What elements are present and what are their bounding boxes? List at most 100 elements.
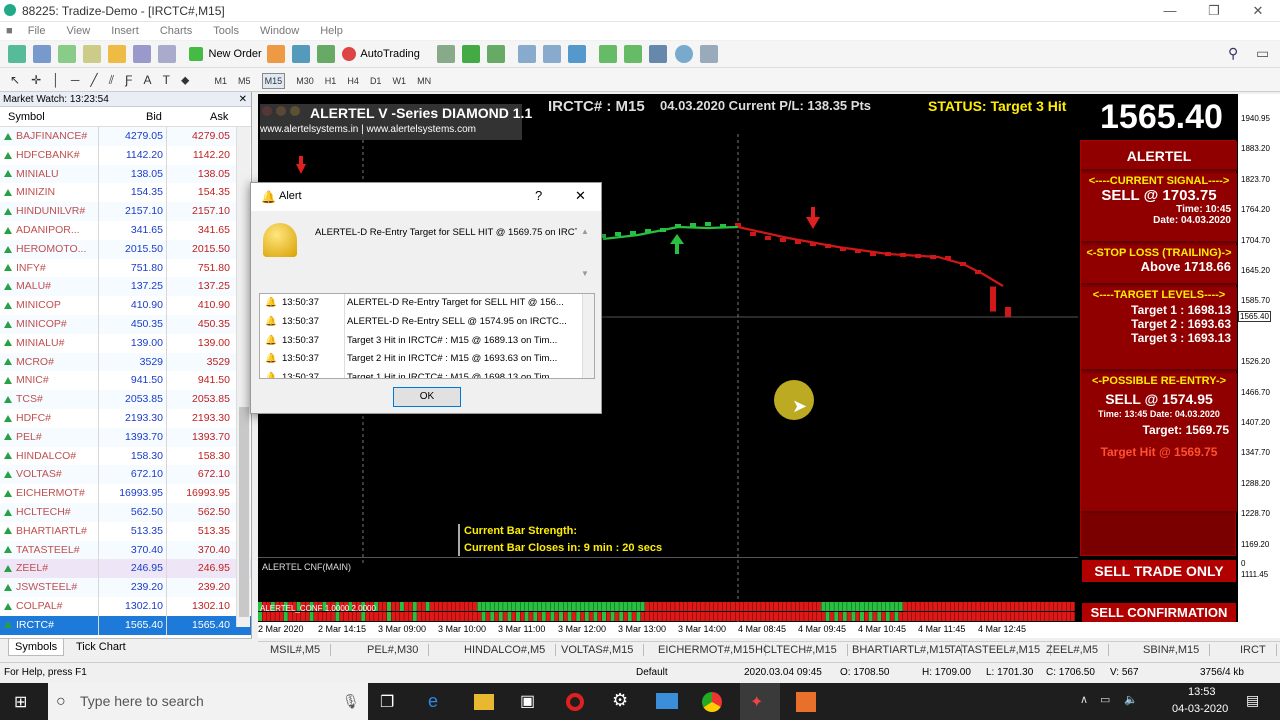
- candlestick-icon[interactable]: [462, 45, 481, 63]
- ok-button[interactable]: OK: [393, 387, 461, 407]
- crosshair-icon[interactable]: ✛: [31, 68, 41, 92]
- market-icon[interactable]: [316, 45, 335, 63]
- chart-tab[interactable]: IRCT: [1240, 644, 1277, 656]
- trendline-icon[interactable]: ╱: [90, 68, 97, 92]
- indicators-icon[interactable]: [649, 45, 668, 63]
- store-icon[interactable]: ▣: [520, 691, 535, 711]
- tf-m1[interactable]: M1: [214, 69, 227, 93]
- menu-help[interactable]: Help: [311, 22, 352, 40]
- market-watch-row[interactable]: BAJFINANCE# 4279.05 4279.05: [0, 127, 251, 146]
- terminal-icon[interactable]: [133, 45, 152, 63]
- opera-icon[interactable]: [566, 693, 584, 711]
- edge-icon[interactable]: e: [428, 691, 438, 712]
- clock-date[interactable]: 04-03-2020: [1172, 703, 1228, 715]
- market-watch-row[interactable]: JSWSTEEL# 239.20 239.20: [0, 578, 251, 597]
- chart-tab[interactable]: EICHERMOT#,M15: [658, 644, 766, 656]
- tray-chevron-icon[interactable]: ∧: [1080, 693, 1088, 706]
- menu-view[interactable]: View: [58, 22, 100, 40]
- network-icon[interactable]: ▭: [1100, 693, 1110, 706]
- menu-file[interactable]: File: [19, 22, 55, 40]
- market-watch-row[interactable]: MCRO# 3529 3529: [0, 352, 251, 372]
- tf-h1[interactable]: H1: [325, 69, 337, 93]
- tf-m15[interactable]: M15: [261, 73, 286, 89]
- market-watch-row[interactable]: HDFCBANK# 1142.20 1142.20: [0, 145, 251, 165]
- minimize-button[interactable]: —: [1148, 2, 1192, 20]
- photos-icon[interactable]: [656, 693, 678, 709]
- menu-insert[interactable]: Insert: [102, 22, 148, 40]
- menu-charts[interactable]: Charts: [151, 22, 201, 40]
- volume-icon[interactable]: 🔈: [1124, 693, 1138, 706]
- signals-icon[interactable]: [291, 45, 310, 63]
- zoom-in-icon[interactable]: [518, 45, 537, 63]
- market-watch-row[interactable]: MNIC# 941.50 941.50: [0, 371, 251, 391]
- tf-m30[interactable]: M30: [296, 69, 314, 93]
- alert-log-item[interactable]: 🔔 13:50:37 Target 1 Hit in IRCTC# : M15 @ …: [260, 369, 594, 378]
- market-watch-row[interactable]: ZEEL# 246.95 246.95: [0, 559, 251, 579]
- market-watch-close-icon[interactable]: ✕: [239, 92, 247, 107]
- windows-start-icon[interactable]: ⊞: [14, 692, 27, 712]
- clock-time[interactable]: 13:53: [1188, 686, 1216, 698]
- line-chart-icon[interactable]: [487, 45, 506, 63]
- market-watch-row[interactable]: PEL# 1393.70 1393.70: [0, 427, 251, 447]
- vertical-line-icon[interactable]: │: [52, 68, 60, 92]
- market-watch-row[interactable]: ADANIPOR... 341.65 341.65: [0, 220, 251, 240]
- col-bid[interactable]: Bid: [146, 107, 162, 127]
- alert-close-button[interactable]: ✕: [575, 188, 586, 204]
- market-watch-row[interactable]: HEROMOTO... 2015.50 2015.50: [0, 239, 251, 259]
- microphone-icon[interactable]: 🎙: [342, 683, 360, 720]
- data-window-icon[interactable]: [83, 45, 102, 63]
- message-scroll-down-icon[interactable]: ▼: [581, 269, 589, 278]
- app-menu-icon[interactable]: ■: [0, 22, 16, 40]
- periods-icon[interactable]: [674, 45, 693, 63]
- cursor-icon[interactable]: ↖: [10, 68, 20, 92]
- tf-d1[interactable]: D1: [370, 69, 382, 93]
- alert-list-scrollbar[interactable]: [582, 294, 594, 378]
- market-watch-row[interactable]: MALU# 137.25 137.25: [0, 277, 251, 297]
- alert-log-item[interactable]: 🔔 13:50:37 ALERTEL-D Re-Entry SELL @ 1574.…: [260, 312, 594, 332]
- market-watch-row[interactable]: MINICOP 410.90 410.90: [0, 296, 251, 315]
- new-chart-icon[interactable]: [8, 45, 26, 63]
- tab-symbols[interactable]: Symbols: [8, 639, 65, 656]
- zoom-out-icon[interactable]: [543, 45, 562, 63]
- templates-icon[interactable]: [699, 45, 718, 63]
- tf-w1[interactable]: W1: [393, 69, 407, 93]
- market-watch-row[interactable]: TATASTEEL# 370.40 370.40: [0, 540, 251, 560]
- market-watch-row[interactable]: HCLTECH# 562.50 562.50: [0, 502, 251, 522]
- market-watch-row[interactable]: IRCTC# 1565.40 1565.40: [0, 615, 251, 635]
- market-watch-scrollbar[interactable]: [236, 127, 250, 627]
- col-symbol[interactable]: Symbol: [8, 107, 45, 127]
- file-explorer-icon[interactable]: [474, 694, 494, 710]
- message-scroll-up-icon[interactable]: ▲: [581, 227, 589, 236]
- market-watch-row[interactable]: MINIALU 138.05 138.05: [0, 164, 251, 184]
- tile-windows-icon[interactable]: [568, 45, 587, 63]
- alert-log-item[interactable]: 🔔 13:50:37 Target 2 Hit in IRCTC# : M15 @ …: [260, 350, 594, 370]
- market-watch-row[interactable]: INFY# 751.80 751.80: [0, 258, 251, 278]
- fibonacci-icon[interactable]: Ƒ: [125, 68, 132, 92]
- navigator-icon[interactable]: [108, 45, 127, 63]
- chart-tab[interactable]: BHARTIARTL#,M15: [852, 644, 962, 656]
- chrome-icon[interactable]: [702, 692, 722, 712]
- market-watch-row[interactable]: MINICOP# 450.35 450.35: [0, 314, 251, 334]
- chart-tab[interactable]: HCLTECH#,M15: [755, 644, 848, 656]
- new-order-button[interactable]: New Order: [187, 43, 262, 65]
- chart-shift-icon[interactable]: [624, 45, 643, 63]
- market-watch-row[interactable]: TCS# 2053.85 2053.85: [0, 390, 251, 409]
- market-watch-row[interactable]: COLPAL# 1302.10 1302.10: [0, 596, 251, 616]
- autotrading-button[interactable]: AutoTrading: [340, 43, 420, 65]
- market-watch-row[interactable]: EICHERMOT# 16993.95 16993.95: [0, 484, 251, 503]
- maximize-button[interactable]: ❐: [1192, 2, 1236, 20]
- settings-icon[interactable]: ⚙: [612, 690, 628, 711]
- market-watch-icon[interactable]: [58, 45, 77, 63]
- notifications-icon[interactable]: ▤: [1246, 692, 1259, 709]
- tester-icon[interactable]: [158, 45, 177, 63]
- market-watch-row[interactable]: HDFC# 2193.30 2193.30: [0, 408, 251, 428]
- label-icon[interactable]: T: [163, 68, 170, 92]
- community-icon[interactable]: ▭: [1256, 45, 1269, 62]
- help-button[interactable]: ?: [535, 188, 542, 203]
- text-icon[interactable]: A: [144, 68, 152, 92]
- close-button[interactable]: ✕: [1236, 2, 1280, 20]
- metaeditor-icon[interactable]: [266, 45, 285, 63]
- horizontal-line-icon[interactable]: ─: [71, 68, 80, 92]
- task-view-icon[interactable]: ❐: [380, 692, 394, 712]
- menu-tools[interactable]: Tools: [204, 22, 248, 40]
